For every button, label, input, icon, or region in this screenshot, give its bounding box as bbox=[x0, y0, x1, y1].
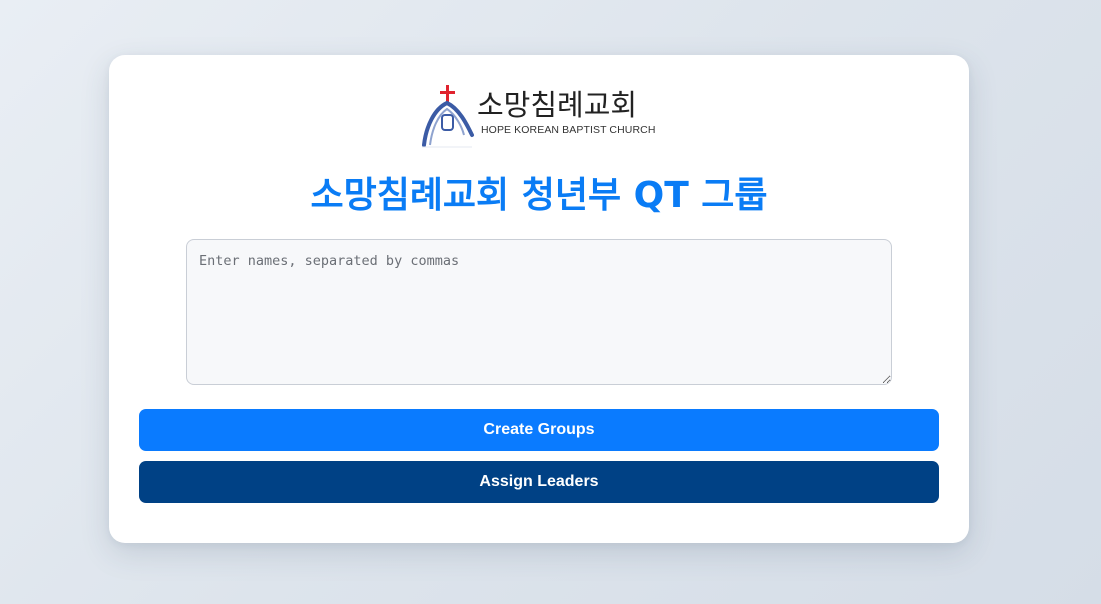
create-groups-button[interactable]: Create Groups bbox=[139, 409, 939, 451]
logo-korean-name: 소망침례교회 bbox=[477, 88, 638, 122]
page-title: 소망침례교회 청년부 QT 그룹 bbox=[310, 175, 768, 216]
main-card: 소망침례교회 HOPE KOREAN BAPTIST CHURCH 소망침례교회… bbox=[109, 55, 969, 543]
assign-leaders-button[interactable]: Assign Leaders bbox=[139, 461, 939, 503]
names-input[interactable] bbox=[186, 239, 892, 385]
logo-english-name: HOPE KOREAN BAPTIST CHURCH bbox=[481, 124, 656, 136]
church-cross-icon bbox=[422, 85, 474, 148]
church-logo: 소망침례교회 HOPE KOREAN BAPTIST CHURCH bbox=[420, 83, 660, 149]
